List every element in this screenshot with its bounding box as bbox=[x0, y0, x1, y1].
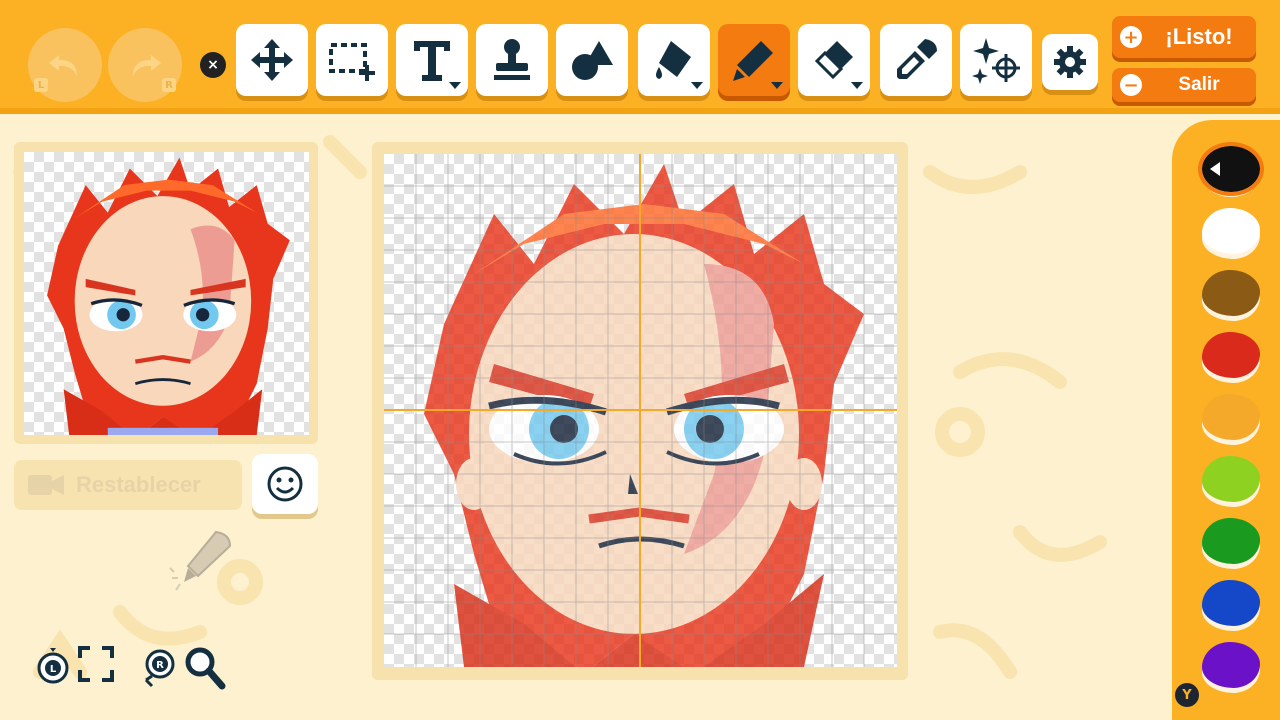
smiley-icon bbox=[267, 466, 303, 502]
minus-icon: − bbox=[1120, 74, 1142, 96]
tool-eyedropper[interactable] bbox=[880, 24, 952, 96]
magnifier-icon[interactable] bbox=[184, 646, 226, 690]
color-swatch[interactable] bbox=[1198, 142, 1264, 196]
exit-label: Salir bbox=[1178, 74, 1220, 95]
stamp-icon bbox=[494, 39, 530, 80]
redo-button[interactable]: R bbox=[108, 28, 182, 102]
plus-icon: + bbox=[1120, 26, 1142, 48]
tool-select[interactable] bbox=[316, 24, 388, 96]
color-swatch[interactable] bbox=[1202, 580, 1260, 626]
dropdown-indicator bbox=[691, 82, 703, 89]
tool-text[interactable] bbox=[396, 24, 468, 96]
camera-icon bbox=[28, 475, 64, 495]
color-swatch[interactable] bbox=[1202, 208, 1260, 254]
zoom-r-icon[interactable]: R bbox=[142, 646, 178, 688]
undo-key-label: L bbox=[34, 78, 48, 92]
mii-preview bbox=[24, 152, 309, 435]
dropdown-indicator bbox=[851, 82, 863, 89]
y-button[interactable]: Y bbox=[1175, 683, 1199, 707]
face-canvas-image bbox=[384, 154, 897, 667]
color-swatch[interactable] bbox=[1202, 456, 1260, 502]
dropdown-indicator bbox=[771, 82, 783, 89]
reset-label: Restablecer bbox=[76, 472, 201, 497]
dropdown-indicator bbox=[449, 82, 461, 89]
r-key-label: R bbox=[156, 660, 164, 671]
expression-button[interactable] bbox=[252, 454, 318, 514]
toolbar-edge bbox=[0, 108, 1280, 114]
eraser-icon bbox=[814, 41, 853, 80]
gear-icon bbox=[1054, 46, 1086, 78]
color-swatch[interactable] bbox=[1202, 270, 1260, 316]
undo-button[interactable]: L bbox=[28, 28, 102, 102]
paint-bucket-icon bbox=[656, 41, 691, 79]
selection-icon bbox=[329, 43, 375, 81]
close-button[interactable]: × bbox=[200, 52, 226, 78]
tool-eraser[interactable] bbox=[798, 24, 870, 96]
settings-button[interactable] bbox=[1042, 34, 1098, 90]
exit-button[interactable]: − Salir bbox=[1112, 68, 1256, 102]
color-swatch[interactable] bbox=[1202, 332, 1260, 378]
tool-shapes[interactable] bbox=[556, 24, 628, 96]
redo-key-label: R bbox=[162, 78, 176, 92]
redo-icon bbox=[133, 55, 161, 77]
l-key-label: L bbox=[50, 664, 57, 675]
tool-stamp[interactable] bbox=[476, 24, 548, 96]
drawing-canvas[interactable] bbox=[384, 154, 897, 667]
tool-fill[interactable] bbox=[638, 24, 710, 96]
move-arrows-icon bbox=[251, 39, 293, 81]
brush-icon bbox=[169, 530, 232, 591]
face-preview-image bbox=[47, 157, 290, 435]
tool-move[interactable] bbox=[236, 24, 308, 96]
color-swatch[interactable] bbox=[1202, 642, 1260, 688]
text-icon bbox=[414, 41, 450, 81]
pen-icon bbox=[733, 41, 773, 81]
done-label: ¡Listo! bbox=[1165, 24, 1233, 49]
done-button[interactable]: + ¡Listo! bbox=[1112, 16, 1256, 58]
fullscreen-icon[interactable] bbox=[78, 646, 114, 682]
reset-button[interactable]: Restablecer bbox=[14, 460, 242, 510]
color-swatch[interactable] bbox=[1202, 394, 1260, 440]
eyedropper-icon bbox=[897, 39, 937, 79]
tool-effects[interactable] bbox=[960, 24, 1032, 96]
tool-pen[interactable] bbox=[718, 24, 790, 96]
undo-icon bbox=[49, 55, 77, 77]
sparkle-target-icon bbox=[972, 38, 1020, 84]
layer-l-icon[interactable]: L bbox=[36, 646, 70, 688]
selected-indicator-icon bbox=[1210, 162, 1220, 176]
color-swatch[interactable] bbox=[1202, 518, 1260, 564]
shapes-icon bbox=[572, 41, 613, 80]
